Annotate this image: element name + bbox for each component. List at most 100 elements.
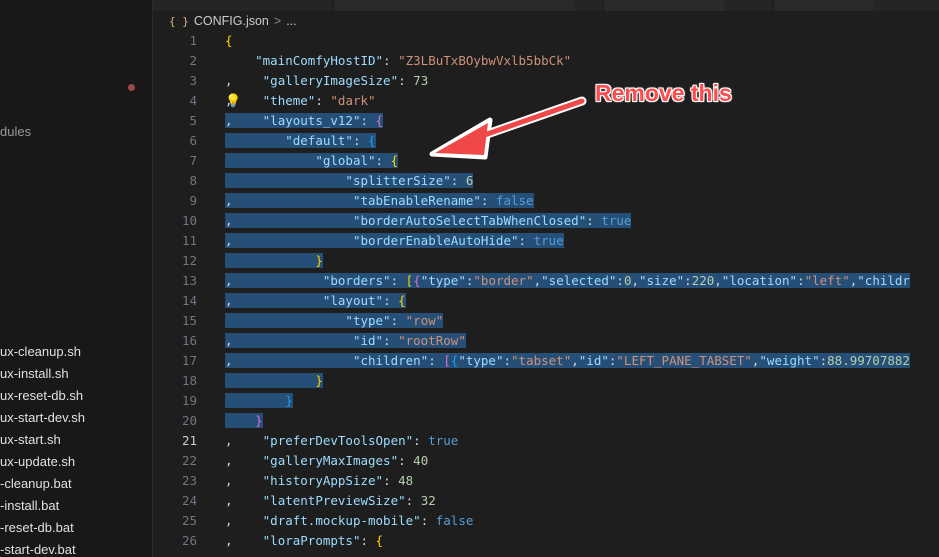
file-list-item[interactable]: -start-dev.bat xyxy=(0,539,85,557)
code-token: "selected" xyxy=(541,273,617,288)
file-list-item[interactable]: ux-start.sh xyxy=(0,429,85,451)
code-line[interactable]: { xyxy=(225,31,910,51)
line-number: 23 xyxy=(181,473,197,488)
code-token: : xyxy=(684,273,692,288)
file-list-item[interactable]: -install.bat xyxy=(0,495,85,517)
code-line[interactable]: , "latentPreviewSize": 32 xyxy=(225,491,910,511)
code-token: "id" xyxy=(352,333,384,348)
code-line[interactable]: , "borders": [{"type":"border","selected… xyxy=(225,271,910,291)
code-line[interactable]: } xyxy=(225,251,910,271)
line-number: 13 xyxy=(181,273,197,288)
file-list: ux-cleanup.sh ux-install.sh ux-reset-db.sh… xyxy=(0,341,85,557)
editor-tab[interactable] xyxy=(603,0,724,11)
tab-bar xyxy=(153,0,939,11)
code-token: false xyxy=(495,193,534,208)
code-line[interactable]: , "theme": "dark" 💡 xyxy=(225,91,910,111)
breadcrumb: { } CONFIG.json > ... xyxy=(153,11,939,31)
indent: , xyxy=(225,193,353,208)
file-list-item[interactable]: ux-reset-db.sh xyxy=(0,385,85,407)
json-file-icon: { } xyxy=(169,14,189,28)
code-line[interactable]: , "preferDevToolsOpen": true xyxy=(225,431,910,451)
lightbulb-icon[interactable]: 💡 xyxy=(225,92,241,112)
code-token: : xyxy=(518,233,534,248)
code-token: : xyxy=(375,153,391,168)
breadcrumb-more[interactable]: ... xyxy=(286,14,296,28)
code-line[interactable]: , "borderEnableAutoHide": true xyxy=(225,231,910,251)
code-token: { xyxy=(375,533,384,548)
code-token: } xyxy=(285,393,293,408)
explorer-item-label[interactable]: dules xyxy=(0,124,31,139)
explorer-sidebar: dules ux-cleanup.sh ux-install.sh ux-reset… xyxy=(0,0,153,557)
code-token: 40 xyxy=(413,453,429,468)
code-line[interactable]: } xyxy=(225,411,910,431)
editor-tab[interactable] xyxy=(333,0,574,11)
code-token: "loraPrompts" xyxy=(262,533,361,548)
indent: , xyxy=(225,73,263,88)
code-line[interactable]: , "layout": { xyxy=(225,291,910,311)
code-token: "type" xyxy=(458,353,504,368)
line-number: 8 xyxy=(189,173,197,188)
code-token: 48 xyxy=(398,473,414,488)
code-line[interactable]: , "draft.mockup-mobile": false xyxy=(225,511,910,531)
code-line[interactable]: , "tabEnableRename": false xyxy=(225,191,910,211)
code-line[interactable]: "global": { xyxy=(225,151,910,171)
code-line[interactable]: } xyxy=(225,371,910,391)
code-token: : xyxy=(315,93,331,108)
line-number: 26 xyxy=(181,533,197,548)
code-line[interactable]: , "galleryImageSize": 73 xyxy=(225,71,910,91)
file-list-item[interactable]: ux-start-dev.sh xyxy=(0,407,85,429)
code-line[interactable]: } xyxy=(225,391,910,411)
code-token: "default" xyxy=(285,133,353,148)
code-line[interactable]: , "layouts_v12": { xyxy=(225,111,910,131)
indent: , xyxy=(225,113,263,128)
code-line[interactable]: , "borderAutoSelectTabWhenClosed": true xyxy=(225,211,910,231)
code-line[interactable]: "type": "row" xyxy=(225,311,910,331)
code-token: : xyxy=(352,133,369,148)
code-line[interactable]: , "id": "rootRow" xyxy=(225,331,910,351)
breadcrumb-file[interactable]: CONFIG.json xyxy=(194,14,269,28)
code-line[interactable]: "splitterSize": 6 xyxy=(225,171,910,191)
code-line[interactable]: , "historyAppSize": 48 xyxy=(225,471,910,491)
line-number: 3 xyxy=(189,73,197,88)
line-number: 21 xyxy=(181,433,197,448)
editor-tab[interactable] xyxy=(773,0,874,11)
code-token: "borderAutoSelectTabWhenClosed" xyxy=(352,213,587,228)
file-list-item[interactable]: ux-update.sh xyxy=(0,451,85,473)
code-line[interactable]: "default": { xyxy=(225,131,910,151)
code-token: { xyxy=(375,113,384,128)
code-line[interactable]: , "loraPrompts": { xyxy=(225,531,910,551)
line-number: 6 xyxy=(189,133,197,148)
indent: , xyxy=(225,433,263,448)
code-token: : xyxy=(450,173,466,188)
code-token: : xyxy=(398,73,414,88)
chevron-right-icon: > xyxy=(273,14,282,28)
file-list-item[interactable]: -cleanup.bat xyxy=(0,473,85,495)
code-token: "LEFT_PANE_TABSET" xyxy=(616,353,752,368)
indent: , xyxy=(225,513,263,528)
code-token: : xyxy=(586,213,602,228)
file-list-item[interactable]: -reset-db.bat xyxy=(0,517,85,539)
code-line[interactable]: "mainComfyHostID": "Z3LBuTxBOybwVxlb5bbC… xyxy=(225,51,910,71)
file-list-item[interactable]: ux-install.sh xyxy=(0,363,85,385)
code-line[interactable]: , "children": [{"type":"tabset","id":"LE… xyxy=(225,351,910,371)
code-token: "border" xyxy=(473,273,534,288)
code-token: : xyxy=(383,293,399,308)
line-number: 4 xyxy=(189,93,197,108)
code-token: : xyxy=(428,353,444,368)
code-token: , xyxy=(533,273,542,288)
code-token: "latentPreviewSize" xyxy=(262,493,406,508)
code-token: { xyxy=(390,153,399,168)
code-token: "tabEnableRename" xyxy=(352,193,481,208)
indent: , xyxy=(225,533,263,548)
code-token: "historyAppSize" xyxy=(262,473,384,488)
indent: , xyxy=(225,473,263,488)
code-editor[interactable]: 1 2 3 4 5 6 7 8 9 10 11 12 13 14 15 16 17 18 19 20 21 22 23 24 2… xyxy=(153,31,939,557)
code-line[interactable]: , "galleryMaxImages": 40 xyxy=(225,451,910,471)
code-token: "location" xyxy=(721,273,798,288)
code-token: : xyxy=(398,453,414,468)
code-token: 6 xyxy=(465,173,474,188)
code-area[interactable]: { "mainComfyHostID": "Z3LBuTxBOybwVxlb5b… xyxy=(225,31,910,551)
file-list-item[interactable]: ux-cleanup.sh xyxy=(0,341,85,363)
